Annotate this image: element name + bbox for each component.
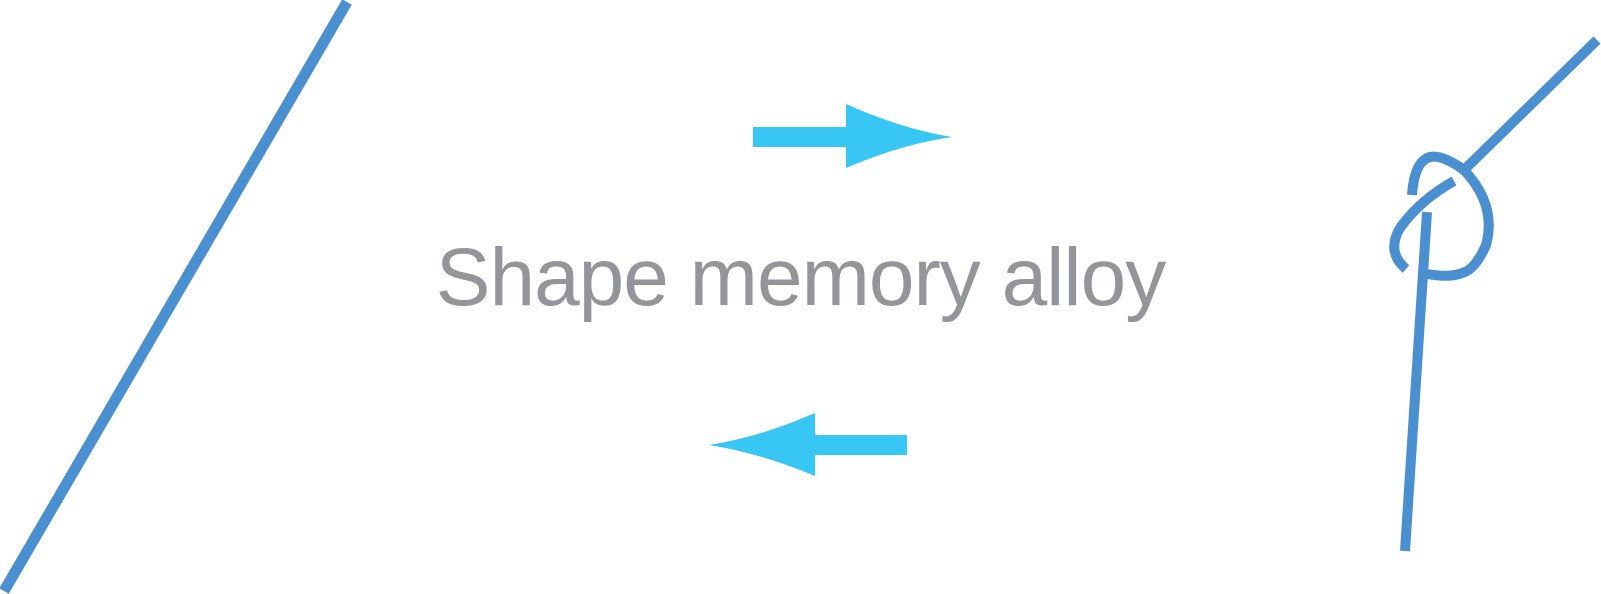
knot-upper-tail	[1460, 36, 1601, 174]
arrow-left-icon	[709, 413, 907, 476]
diagram-canvas: Shape memory alloy	[0, 0, 1601, 594]
arrow-right-icon	[753, 104, 952, 168]
diagram-label: Shape memory alloy	[435, 232, 1166, 323]
